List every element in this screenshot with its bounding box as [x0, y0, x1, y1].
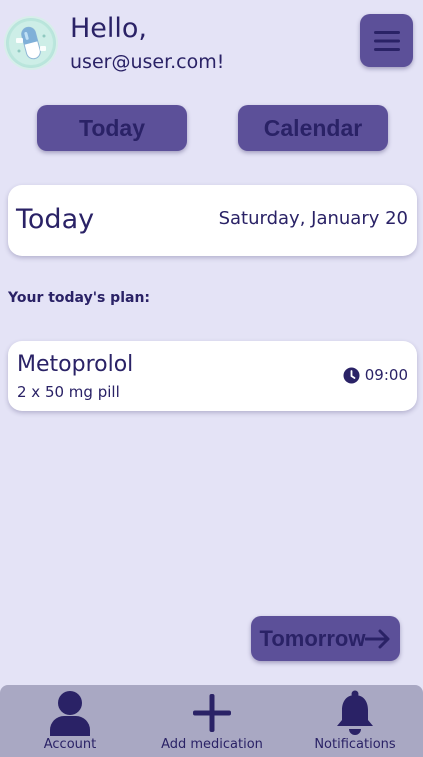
user-icon: [50, 691, 90, 736]
greeting-text: Hello,: [70, 13, 148, 44]
nav-add-medication[interactable]: Add medication: [152, 685, 272, 757]
clock-icon: [343, 367, 360, 383]
tomorrow-button-label: Tomorrow: [259, 625, 366, 651]
bottom-navigation: Account Add medication Notifications: [0, 685, 423, 757]
calendar-button[interactable]: Calendar: [238, 105, 388, 151]
pill-capsule-icon: [9, 21, 53, 65]
tomorrow-button[interactable]: Tomorrow: [251, 616, 400, 661]
bell-icon: [337, 690, 373, 735]
medication-name: Metoprolol: [17, 352, 134, 377]
nav-notifications[interactable]: Notifications: [305, 685, 405, 757]
medication-dose: 2 x 50 mg pill: [17, 383, 120, 401]
arrow-right-icon: [365, 629, 390, 648]
nav-account-label: Account: [43, 737, 97, 752]
medication-item[interactable]: Metoprolol 2 x 50 mg pill 09:00: [8, 341, 417, 411]
nav-notifications-label: Notifications: [314, 737, 396, 752]
hamburger-menu-icon: [373, 30, 400, 51]
app-logo-avatar: [6, 18, 56, 68]
plan-heading: Your today's plan:: [8, 290, 151, 306]
user-email: user@user.com!: [70, 51, 225, 73]
date-card: Today Saturday, January 20: [8, 185, 417, 256]
header: Hello, user@user.com!: [0, 0, 423, 80]
nav-add-medication-label: Add medication: [161, 737, 263, 752]
current-date: Saturday, January 20: [218, 208, 408, 229]
medication-time: 09:00: [343, 365, 408, 385]
today-button[interactable]: Today: [37, 105, 187, 151]
menu-button[interactable]: [360, 14, 413, 67]
date-card-title: Today: [16, 204, 95, 235]
plus-icon: [193, 694, 231, 732]
nav-account[interactable]: Account: [30, 685, 110, 757]
medication-time-value: 09:00: [364, 366, 408, 384]
